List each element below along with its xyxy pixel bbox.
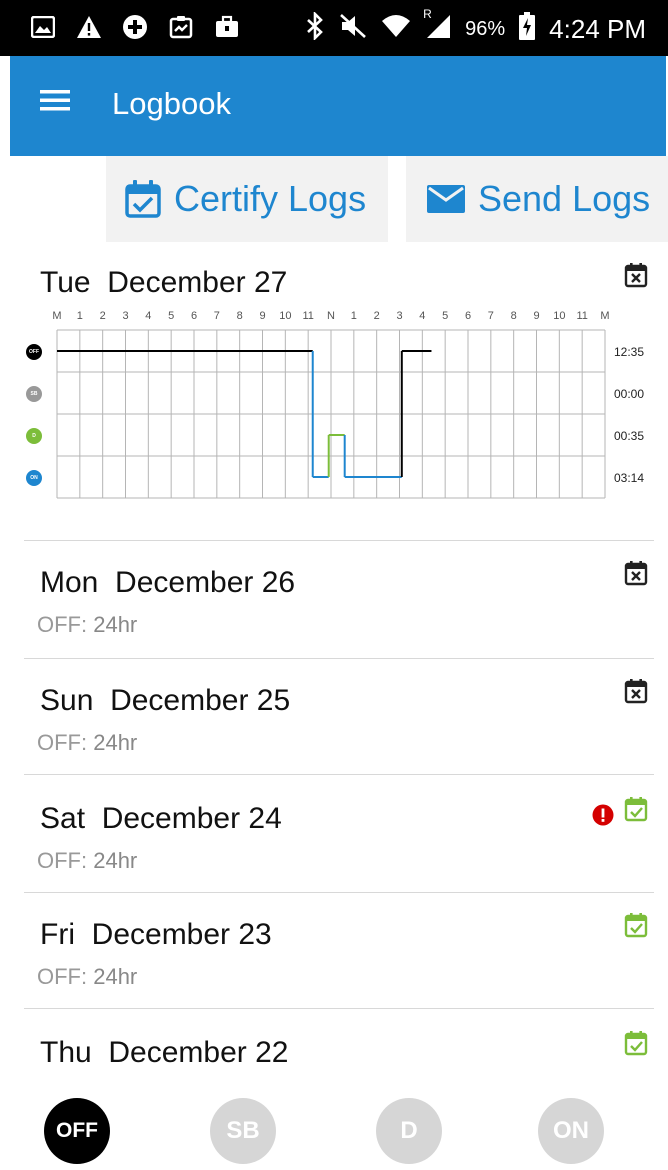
status-value: 24hr [87, 612, 138, 637]
total-on: 03:14 [614, 471, 645, 485]
roaming-indicator: R [423, 7, 432, 21]
calendar-x-icon[interactable] [624, 560, 648, 586]
status-value: 24hr [87, 964, 138, 989]
mute-icon [339, 13, 367, 46]
duty-status-graph: M 1 2 3 4 5 6 7 8 9 10 11 N 1 2 3 4 5 6 7 8 9 10 11 M OFF SB D O… [0, 305, 668, 505]
send-logs-label: Send Logs [478, 178, 651, 219]
calendar-x-icon[interactable] [624, 678, 648, 704]
log-grid [56, 329, 606, 499]
day-name: Thu [40, 1036, 92, 1069]
day-date: December 23 [91, 918, 272, 951]
day-name: Sun [40, 684, 94, 717]
divider [24, 540, 654, 541]
day-date: December 22 [108, 1036, 289, 1069]
status-value: 24hr [87, 730, 138, 755]
alert-icon[interactable] [592, 804, 614, 826]
clock: 4:24 PM [549, 14, 646, 44]
total-off: 12:35 [614, 345, 645, 359]
day-date: December 27 [107, 266, 288, 299]
day-name: Tue [40, 266, 91, 299]
day-heading: Sat December 24 [40, 802, 282, 836]
day-status-summary: OFF: 24hr [37, 848, 137, 874]
day-name: Fri [40, 918, 75, 951]
status-sb-button[interactable]: SB [210, 1098, 276, 1164]
status-label: OFF: [37, 964, 88, 989]
hamburger-menu-icon [40, 90, 70, 111]
day-heading: Sun December 25 [40, 684, 290, 718]
day-heading: Tue December 27 [40, 266, 287, 300]
certify-logs-button[interactable]: Certify Logs [106, 156, 388, 242]
status-bar: R 96% 4:24 PM [0, 0, 668, 56]
day-heading: Fri December 23 [40, 918, 272, 952]
calendar-x-icon[interactable] [624, 262, 648, 288]
briefcase-icon [214, 14, 240, 40]
day-date: December 25 [110, 684, 291, 717]
calendar-check-icon[interactable] [624, 1030, 648, 1056]
status-on-button[interactable]: ON [538, 1098, 604, 1164]
status-d-button[interactable]: D [376, 1098, 442, 1164]
app-bar: Logbook [10, 56, 666, 156]
log-day[interactable]: Thu December 22 [24, 1030, 658, 1090]
day-status-summary: OFF: 24hr [37, 964, 137, 990]
clipboard-icon [168, 14, 194, 40]
day-status-summary: OFF: 24hr [37, 612, 137, 638]
status-label: OFF: [37, 848, 88, 873]
calendar-check-icon[interactable] [624, 912, 648, 938]
divider [24, 774, 654, 775]
status-value: 24hr [87, 848, 138, 873]
battery-percentage: 96% [465, 18, 506, 40]
bluetooth-icon [305, 10, 325, 47]
battery-charging-icon [519, 12, 536, 47]
log-day[interactable]: Mon December 26 OFF: 24hr [24, 560, 658, 656]
calendar-check-icon[interactable] [624, 796, 648, 822]
status-off-button[interactable]: OFF [44, 1098, 110, 1164]
log-day[interactable]: Sat December 24 OFF: 24hr [24, 796, 658, 892]
day-name: Sat [40, 802, 86, 835]
image-icon [30, 14, 56, 40]
total-d: 00:35 [614, 429, 645, 443]
divider [24, 892, 654, 893]
wifi-icon [381, 13, 411, 46]
envelope-icon [427, 185, 465, 213]
menu-button[interactable] [36, 86, 80, 126]
log-actions: Certify Logs Send Logs [0, 156, 668, 242]
divider [24, 1008, 654, 1009]
send-logs-button[interactable]: Send Logs [406, 156, 668, 242]
divider [24, 658, 654, 659]
day-status-summary: OFF: 24hr [37, 730, 137, 756]
day-date: December 26 [115, 566, 296, 599]
status-label: OFF: [37, 612, 88, 637]
status-label: OFF: [37, 730, 88, 755]
day-name: Mon [40, 566, 99, 599]
total-sb: 00:00 [614, 387, 645, 401]
plus-circle-icon [122, 14, 148, 40]
log-day[interactable]: Fri December 23 OFF: 24hr [24, 912, 658, 1008]
page-title: Logbook [112, 86, 231, 121]
day-heading: Mon December 26 [40, 566, 295, 600]
certify-logs-label: Certify Logs [174, 178, 367, 219]
log-day[interactable]: Sun December 25 OFF: 24hr [24, 678, 658, 774]
day-heading: Thu December 22 [40, 1036, 288, 1070]
day-date: December 24 [101, 802, 282, 835]
calendar-check-icon [125, 180, 161, 218]
warning-icon [76, 14, 102, 40]
signal-icon: R [423, 7, 451, 46]
